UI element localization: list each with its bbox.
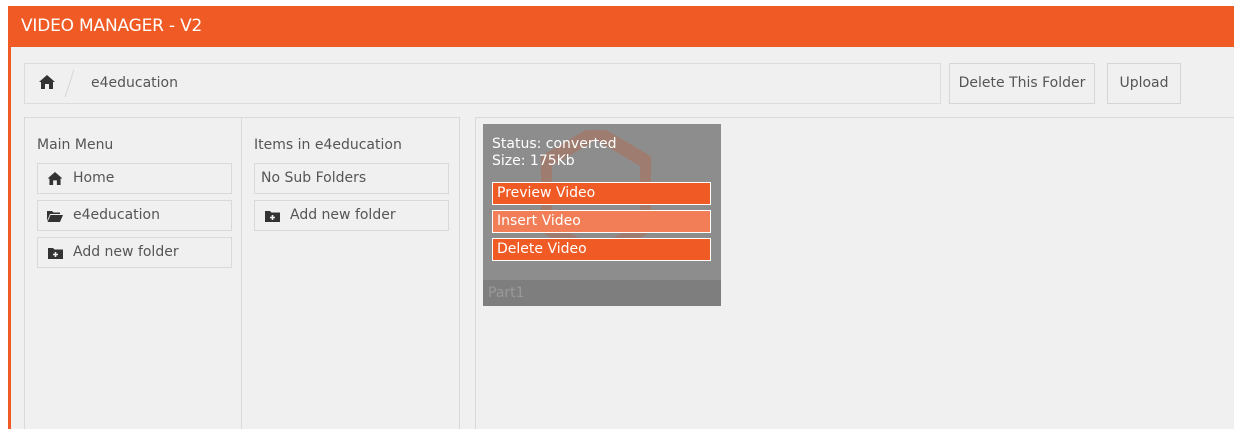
- main-menu-title: Main Menu: [37, 137, 114, 153]
- video-size-text: Size: 175Kb: [492, 153, 575, 169]
- main-menu-item-e4education[interactable]: e4education: [37, 200, 232, 231]
- video-status-text: Status: converted: [492, 136, 617, 152]
- home-icon: [39, 74, 55, 93]
- video-card[interactable]: Status: converted Size: 175Kb Preview Vi…: [483, 124, 721, 306]
- insert-video-button[interactable]: Insert Video: [492, 210, 711, 233]
- preview-video-button[interactable]: Preview Video: [492, 182, 711, 205]
- home-icon: [46, 172, 64, 185]
- column-divider: [241, 118, 242, 429]
- folder-items-title: Items in e4education: [254, 137, 402, 153]
- main-menu-add-folder[interactable]: Add new folder: [37, 237, 232, 268]
- no-subfolders-text: No Sub Folders: [261, 170, 367, 186]
- video-name: Part1: [488, 285, 525, 301]
- folder-plus-icon: [46, 247, 64, 259]
- main-menu-item-home[interactable]: Home: [37, 163, 232, 194]
- main-menu-item-label: Home: [73, 170, 115, 186]
- video-status: Status: converted Size: 175Kb: [492, 136, 617, 170]
- main-menu-item-label: e4education: [73, 207, 160, 223]
- folder-plus-icon: [263, 210, 281, 222]
- delete-folder-button[interactable]: Delete This Folder: [949, 63, 1095, 104]
- breadcrumb-current[interactable]: e4education: [91, 64, 178, 103]
- upload-button[interactable]: Upload: [1107, 63, 1181, 104]
- folder-items-add-folder[interactable]: Add new folder: [254, 200, 449, 231]
- folder-items-add-label: Add new folder: [290, 207, 396, 223]
- navigation-panel: Main Menu Home e4education Add new folde…: [24, 117, 460, 429]
- folder-open-icon: [46, 210, 64, 222]
- delete-video-button[interactable]: Delete Video: [492, 238, 711, 261]
- breadcrumb: e4education: [24, 63, 941, 104]
- no-subfolders-label: No Sub Folders: [254, 163, 449, 194]
- app-title: VIDEO MANAGER - V2: [11, 6, 1234, 47]
- breadcrumb-home[interactable]: [25, 64, 69, 103]
- video-panel: Status: converted Size: 175Kb Preview Vi…: [475, 117, 1234, 429]
- main-menu-item-label: Add new folder: [73, 244, 179, 260]
- video-manager-window: VIDEO MANAGER - V2 e4education Delete Th…: [8, 6, 1234, 429]
